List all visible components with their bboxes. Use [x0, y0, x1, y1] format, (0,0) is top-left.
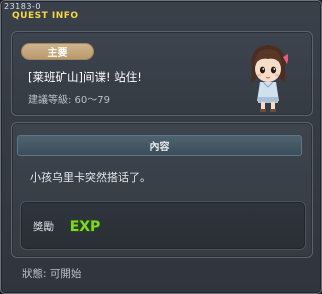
quest-id: 23183-0 [4, 2, 41, 11]
category-badge: 主要 [21, 43, 94, 60]
content-text: 小孩乌里卡突然搭话了。 [30, 171, 151, 184]
quest-summary-panel: 主要 [莱班矿山]间谍! 站住! 建議等級: 60～79 [11, 31, 313, 116]
exp-icon-text: EXP [70, 219, 101, 235]
content-header: 內容 [17, 135, 302, 156]
exp-icon: EXP [69, 218, 101, 236]
reward-label: 獎勵 [33, 221, 54, 233]
window-title: QUEST INFO [12, 11, 79, 21]
quest-info-window: 23183-0 QUEST INFO 主要 [莱班矿山]间谍! 站住! 建議等級… [0, 0, 322, 294]
reward-box: 獎勵 EXP [20, 201, 306, 250]
quest-name: [莱班矿山]间谍! 站住! [28, 70, 142, 84]
quest-content-panel: 內容 小孩乌里卡突然搭话了。 獎勵 EXP [11, 122, 313, 258]
npc-girl-portrait-icon [251, 45, 288, 112]
quest-status: 狀態: 可開始 [22, 268, 82, 280]
level-requirement: 建議等級: 60～79 [28, 95, 110, 106]
